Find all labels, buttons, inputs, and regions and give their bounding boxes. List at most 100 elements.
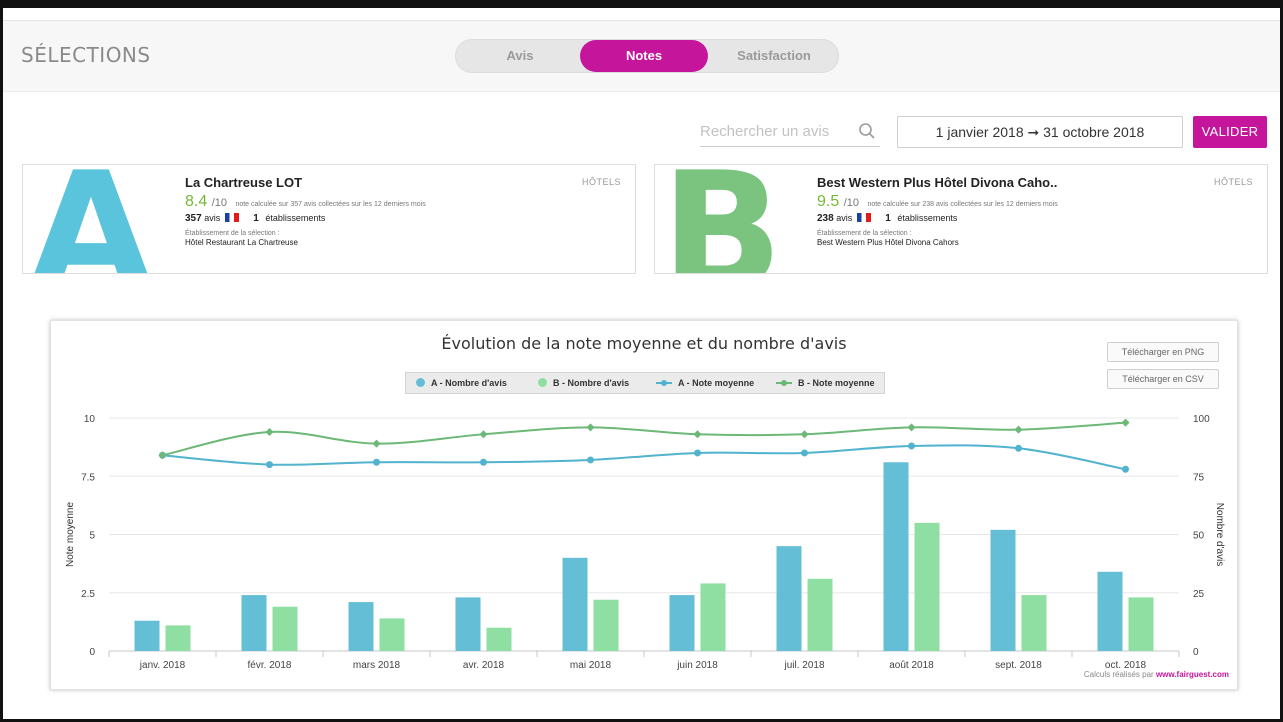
point-b-note [1121, 418, 1130, 427]
x-tick-label: avr. 2018 [463, 660, 505, 671]
point-b-note [479, 430, 488, 439]
x-tick-label: mai 2018 [570, 660, 612, 671]
point-a-note [1015, 444, 1022, 452]
point-b-note [693, 430, 702, 439]
x-tick-label: juin 2018 [676, 660, 718, 671]
bar-b [165, 625, 191, 651]
point-b-note [265, 427, 274, 436]
selection-card-b[interactable]: B Best Western Plus Hôtel Divona Caho.. … [654, 164, 1268, 274]
point-b-note [372, 439, 381, 448]
establishments-label: établissements [265, 213, 326, 223]
bar-b [807, 578, 833, 651]
y-tick-left: 0 [89, 647, 95, 658]
score-denominator: /10 [843, 197, 859, 209]
point-a-note [1122, 465, 1129, 473]
bar-b [1021, 595, 1047, 651]
line-b-note [162, 421, 1126, 457]
point-a-note [908, 442, 915, 450]
reviews-count: 238 [817, 213, 834, 224]
y-tick-right: 75 [1193, 472, 1205, 483]
y-tick-left: 7.5 [81, 472, 95, 483]
selection-establishment: Hôtel Restaurant La Chartreuse [185, 238, 298, 247]
bar-a [883, 462, 909, 651]
score-value: 9.5 [817, 193, 840, 210]
bar-a [669, 595, 695, 651]
legend-item-b-count[interactable]: B - Nombre d'avis [538, 373, 629, 393]
bar-a [990, 529, 1016, 651]
download-png-button[interactable]: Télécharger en PNG [1107, 342, 1219, 362]
y-tick-left: 2.5 [81, 589, 95, 600]
bar-a [348, 602, 374, 651]
view-switcher: Avis Notes Satisfaction [455, 39, 839, 73]
point-b-note [586, 423, 595, 432]
bar-a [1097, 571, 1123, 651]
selection-category: HÔTELS [581, 177, 621, 187]
bar-b [700, 583, 726, 651]
line-a-note [162, 444, 1126, 471]
bar-a [134, 620, 160, 651]
legend-item-a-count[interactable]: A - Nombre d'avis [416, 373, 507, 393]
x-tick-label: juil. 2018 [783, 660, 824, 671]
point-b-note [907, 423, 916, 432]
score-note: note calculée sur 357 avis collectées su… [235, 201, 426, 208]
y-tick-left: 5 [89, 531, 95, 542]
point-b-note [158, 451, 167, 460]
search-input[interactable] [700, 117, 850, 145]
x-tick-label: mars 2018 [353, 660, 401, 671]
selection-letter-a: A [29, 164, 153, 274]
credit-prefix: Calculs réalisés par [1083, 670, 1154, 679]
selection-meta: 238 avis 1 établissements [817, 213, 957, 224]
establishments-count: 1 [253, 213, 259, 224]
date-range-picker[interactable]: 1 janvier 2018 ➞ 31 octobre 2018 [897, 116, 1183, 148]
y-axis-title-left: Note moyenne [65, 502, 76, 567]
tab-avis[interactable]: Avis [456, 40, 584, 72]
legend-label: A - Nombre d'avis [431, 378, 507, 388]
legend-label: B - Nombre d'avis [553, 378, 630, 388]
selection-letter-b: B [661, 164, 783, 274]
score-denominator: /10 [211, 197, 227, 209]
page-title: SÉLECTIONS [21, 43, 151, 67]
selection-card-a[interactable]: A La Chartreuse LOT HÔTELS 8.4 /10 note … [22, 164, 636, 274]
search-box [700, 117, 880, 147]
page-header: SÉLECTIONS Avis Notes Satisfaction [3, 20, 1280, 92]
selection-meta: 357 avis 1 établissements [185, 213, 325, 224]
selection-label: Établissement de la sélection : [185, 230, 280, 237]
bar-a [241, 595, 267, 651]
establishments-label: établissements [897, 213, 958, 223]
reviews-label: avis [204, 213, 221, 223]
selection-category: HÔTELS [1213, 177, 1253, 187]
point-b-note [800, 430, 809, 439]
download-csv-button[interactable]: Télécharger en CSV [1107, 369, 1219, 389]
point-a-note [266, 461, 273, 469]
selection-score: 9.5 /10 note calculée sur 238 avis colle… [817, 193, 1058, 211]
x-tick-label: sept. 2018 [995, 660, 1042, 671]
point-a-note [480, 458, 487, 466]
legend-dot-icon [416, 378, 425, 387]
tab-notes[interactable]: Notes [580, 40, 708, 72]
legend-line-icon [776, 380, 792, 386]
bar-b [1128, 597, 1154, 651]
validate-button[interactable]: VALIDER [1193, 116, 1267, 148]
bar-a [562, 557, 588, 651]
selection-label: Établissement de la sélection : [817, 230, 912, 237]
legend-label: A - Note moyenne [678, 378, 755, 388]
chart-title: Évolution de la note moyenne et du nombr… [441, 334, 847, 353]
y-tick-right: 0 [1193, 647, 1199, 658]
x-tick-label: août 2018 [889, 660, 934, 671]
selection-score: 8.4 /10 note calculée sur 357 avis colle… [185, 193, 426, 211]
fairguest-link[interactable]: www.fairguest.com [1156, 670, 1229, 679]
point-a-note [587, 456, 594, 464]
chart-credit: Calculs réalisés par www.fairguest.com [1084, 670, 1229, 679]
y-tick-right: 50 [1193, 531, 1205, 542]
bar-b [272, 606, 298, 651]
legend-item-b-note[interactable]: B - Note moyenne [776, 373, 875, 393]
legend-item-a-note[interactable]: A - Note moyenne [656, 373, 754, 393]
legend-label: B - Note moyenne [798, 378, 875, 388]
bar-b [486, 627, 512, 651]
y-axis-title-right: Nombre d'avis [1214, 503, 1225, 567]
bar-b [379, 618, 405, 651]
point-a-note [373, 458, 380, 466]
reviews-label: avis [836, 213, 853, 223]
search-icon[interactable] [858, 122, 876, 140]
tab-satisfaction[interactable]: Satisfaction [708, 40, 840, 72]
